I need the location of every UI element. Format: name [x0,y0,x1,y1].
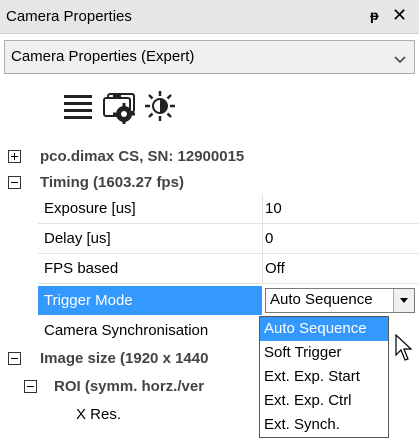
roi-node-label: ROI (symm. horz./ver [54,378,205,395]
trigger-mode-dropdown-list[interactable]: Auto Sequence Soft Trigger Ext. Exp. Sta… [259,316,389,438]
dropdown-option[interactable]: Ext. Exp. Start [260,365,388,389]
property-value[interactable]: Off [265,254,285,283]
dropdown-option[interactable]: Soft Trigger [260,341,388,365]
property-name: Exposure [us] [44,200,136,217]
brightness-icon[interactable] [144,90,180,122]
dropdown-arrow-icon[interactable] [393,289,414,312]
close-icon[interactable]: ✕ [392,5,407,26]
mouse-cursor-icon [395,333,419,364]
property-row[interactable]: Delay [us] 0 [0,224,419,253]
column-divider [262,224,263,253]
list-icon[interactable] [62,90,98,122]
camera-node-label: pco.dimax CS, SN: 12900015 [40,148,245,165]
image-size-node-label: Image size (1920 x 1440 [40,350,209,367]
column-divider [262,194,263,223]
property-row-trigger-mode[interactable]: Trigger Mode Auto Sequence [0,286,419,315]
column-divider [262,254,263,283]
panel-titlebar: Camera Properties ᵽ ✕ [0,0,419,34]
toolbar [0,80,419,128]
timing-node-label: Timing (1603.27 fps) [40,174,184,191]
property-name: Delay [us] [44,230,111,247]
tree-node-timing[interactable]: Timing (1603.27 fps) [0,168,419,197]
tree-node-camera[interactable]: pco.dimax CS, SN: 12900015 [0,142,419,171]
property-name: Trigger Mode [44,292,133,309]
dropdown-option[interactable]: Ext. Exp. Ctrl [260,389,388,413]
collapse-icon[interactable] [24,380,37,393]
property-name: FPS based [44,260,119,277]
view-select[interactable]: Camera Properties (Expert) [4,40,415,74]
expand-icon[interactable] [8,150,21,163]
property-value[interactable]: 0 [265,224,273,253]
camera-settings-icon[interactable] [102,90,138,124]
property-name: Camera Synchronisation [44,322,209,339]
trigger-mode-value: Auto Sequence [270,291,373,308]
dropdown-option[interactable]: Auto Sequence [260,317,388,341]
panel-title: Camera Properties [6,8,132,25]
chevron-down-icon[interactable] [394,51,406,68]
pin-icon[interactable]: ᵽ [370,7,379,23]
property-value[interactable]: 10 [265,194,282,223]
dropdown-option[interactable]: Ext. Synch. [260,413,388,437]
collapse-icon[interactable] [8,176,21,189]
trigger-mode-select[interactable]: Auto Sequence [265,288,415,313]
property-row[interactable]: FPS based Off [0,254,419,283]
row-divider [38,283,419,284]
property-row[interactable]: Exposure [us] 10 [0,194,419,223]
collapse-icon[interactable] [8,352,21,365]
view-select-value: Camera Properties (Expert) [11,48,195,65]
property-name: X Res. [76,406,122,423]
